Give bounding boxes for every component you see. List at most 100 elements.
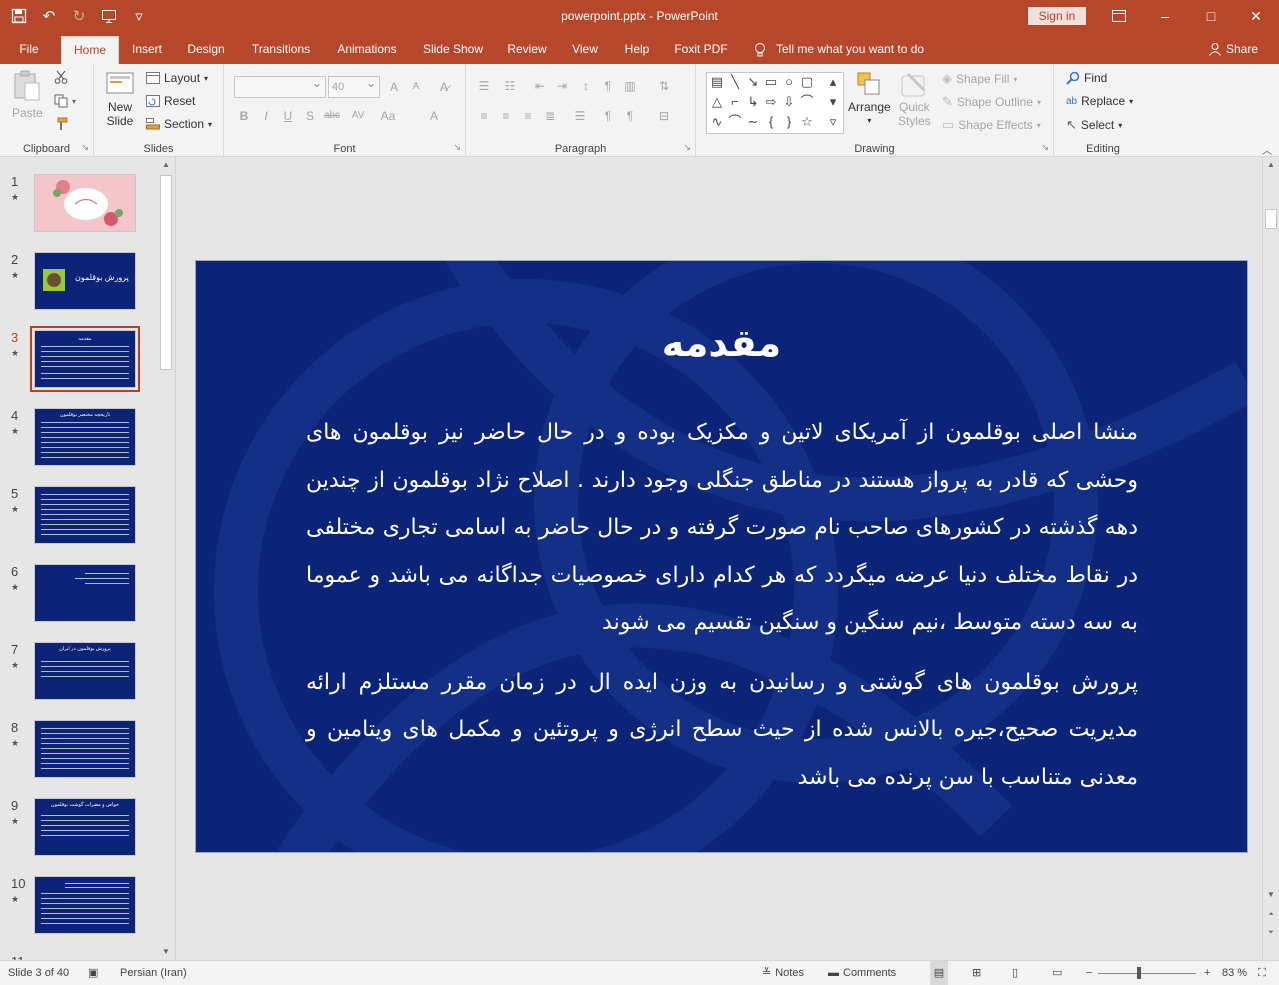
sign-in-button[interactable]: Sign in	[1028, 7, 1086, 25]
slide-canvas[interactable]: مقدمه منشا اصلی بوقلمون از آمریکای لاتین…	[195, 260, 1248, 853]
font-name-combo[interactable]	[234, 73, 326, 98]
previous-slide-icon[interactable]: ⏶	[1263, 907, 1279, 923]
thumbnail-item[interactable]: 7 ★ پرورش بوقلمون در ایران	[0, 642, 160, 712]
scroll-down-icon[interactable]: ▼	[1263, 887, 1279, 903]
spelling-icon[interactable]: ▣	[88, 961, 98, 985]
bullets-icon[interactable]: ☰	[474, 76, 494, 96]
tab-slide-show[interactable]: Slide Show	[418, 36, 488, 64]
customize-qat-icon[interactable]: ▿	[126, 3, 152, 29]
scroll-up-icon[interactable]: ▲	[158, 157, 174, 173]
replace-button[interactable]: ab Replace ▾	[1066, 94, 1133, 108]
section-button[interactable]: Section ▾	[146, 117, 212, 131]
maximize-button[interactable]: □	[1188, 0, 1234, 32]
down-arrow-shape-icon[interactable]: ⇩	[781, 94, 797, 110]
thumbnail-item-selected[interactable]: 3 ★ مقدمه	[0, 326, 160, 400]
scroll-up-icon[interactable]: ▲	[1263, 157, 1279, 173]
start-from-beginning-icon[interactable]	[96, 3, 122, 29]
save-icon[interactable]	[6, 3, 32, 29]
columns-icon[interactable]: ▥	[620, 76, 640, 96]
thumbnail-item[interactable]: 6 ★	[0, 564, 160, 634]
increase-indent-icon[interactable]: ⇥	[552, 76, 572, 96]
gallery-up-icon[interactable]: ▴	[825, 74, 841, 90]
tab-review[interactable]: Review	[502, 36, 552, 64]
textbox-shape-icon[interactable]: ▤	[709, 74, 725, 90]
decrease-indent-icon[interactable]: ⇤	[530, 76, 550, 96]
rtl-icon[interactable]: ¶	[598, 76, 618, 96]
slide-thumbnail[interactable]: مقدمه	[30, 326, 140, 392]
tab-transitions[interactable]: Transitions	[246, 36, 316, 64]
star-shape-icon[interactable]: ☆	[799, 114, 815, 130]
shrink-font-button[interactable]: A	[406, 77, 426, 97]
comments-button[interactable]: ▬ Comments	[828, 961, 896, 985]
collapse-ribbon-icon[interactable]: ︿	[1262, 142, 1272, 157]
quick-styles-button[interactable]: Quick Styles	[898, 70, 931, 128]
tab-home[interactable]: Home	[61, 36, 119, 64]
ltr-paragraph-icon[interactable]: ¶	[598, 106, 618, 126]
thumbnail-item[interactable]: 5 ★	[0, 486, 160, 556]
slide-thumbnail-panel[interactable]: 1 ★ 2 ★ پرورش بوقلمون 3 ★ مقدمه 4 ★ تاری…	[0, 157, 176, 960]
thumbnail-item[interactable]: 1 ★	[0, 174, 160, 244]
shape-fill-button[interactable]: ◈ Shape Fill ▾	[942, 71, 1017, 87]
redo-icon[interactable]: ↻	[66, 3, 92, 29]
rtl-paragraph-icon[interactable]: ¶	[620, 106, 640, 126]
thumbnail-item[interactable]: 10 ★	[0, 876, 160, 946]
language-indicator[interactable]: Persian (Iran)	[120, 961, 187, 985]
freeform-shape-icon[interactable]: ⌒	[799, 94, 815, 110]
tab-file[interactable]: File	[10, 36, 48, 64]
slide-thumbnail[interactable]	[34, 486, 136, 544]
align-text-icon[interactable]: ⊟	[654, 106, 674, 126]
scrollbar-thumb[interactable]	[1265, 209, 1277, 229]
tab-view[interactable]: View	[566, 36, 604, 64]
tell-me-box[interactable]: Tell me what you want to do	[754, 36, 924, 64]
slide-show-icon[interactable]: ▭	[1052, 961, 1062, 985]
tab-insert[interactable]: Insert	[126, 36, 168, 64]
curved-arrow-shape-icon[interactable]: ↳	[745, 94, 761, 110]
ribbon-display-options-icon[interactable]	[1096, 0, 1142, 32]
slide-thumbnail[interactable]	[34, 720, 136, 778]
slide-thumbnail[interactable]: تاریخچه مختصر بوقلمون	[34, 408, 136, 466]
zoom-out-button[interactable]: −	[1086, 961, 1092, 985]
left-brace-shape-icon[interactable]: {	[763, 114, 779, 130]
align-right-icon[interactable]: ≡	[518, 106, 538, 126]
triangle-shape-icon[interactable]: △	[709, 94, 725, 110]
text-direction-icon[interactable]: ⇅	[654, 76, 674, 96]
font-size-combo[interactable]: 40	[328, 73, 380, 98]
tab-design[interactable]: Design	[182, 36, 230, 64]
line-shape-icon[interactable]: ╲	[727, 74, 743, 90]
rounded-rect-shape-icon[interactable]: ▢	[799, 74, 815, 90]
arrow-shape-icon[interactable]: ↘	[745, 74, 761, 90]
grow-font-button[interactable]: A	[384, 77, 404, 97]
slide-thumbnail[interactable]: پرورش بوقلمون	[34, 252, 136, 310]
justify-icon[interactable]: ≣	[540, 106, 560, 126]
clear-formatting-icon[interactable]: A̷	[434, 77, 454, 97]
select-button[interactable]: ↖ Select ▾	[1066, 117, 1122, 133]
slide-sorter-icon[interactable]: ⊞	[972, 961, 981, 985]
shape-outline-button[interactable]: ✎ Shape Outline ▾	[942, 94, 1041, 110]
bold-button[interactable]: B	[234, 106, 254, 126]
slide-body-text[interactable]: منشا اصلی بوقلمون از آمریکای لاتین و مکز…	[306, 409, 1138, 813]
next-slide-icon[interactable]: ⏷	[1263, 925, 1279, 941]
slide-thumbnail[interactable]	[34, 876, 136, 934]
align-left-icon[interactable]: ≡	[474, 106, 494, 126]
minimize-button[interactable]: –	[1142, 0, 1188, 32]
elbow-shape-icon[interactable]: ⌐	[727, 94, 743, 110]
drawing-launcher-icon[interactable]: ↘	[1041, 142, 1049, 153]
clipboard-launcher-icon[interactable]: ↘	[81, 142, 89, 153]
shadow-button[interactable]: S	[300, 106, 320, 126]
undo-icon[interactable]: ↶	[36, 3, 62, 29]
thumbnail-item[interactable]: 2 ★ پرورش بوقلمون	[0, 252, 160, 322]
oval-shape-icon[interactable]: ○	[781, 74, 797, 90]
font-launcher-icon[interactable]: ↘	[453, 142, 461, 153]
distributed-icon[interactable]: ☰	[570, 106, 590, 126]
slide-editor[interactable]: مقدمه منشا اصلی بوقلمون از آمریکای لاتین…	[177, 157, 1262, 960]
zoom-slider-knob[interactable]	[1137, 967, 1141, 979]
change-case-button[interactable]: Aa	[378, 106, 398, 126]
normal-view-icon[interactable]: ▤	[930, 961, 948, 985]
arc-shape-icon[interactable]: ⌒	[727, 114, 743, 130]
thumbnail-item[interactable]: 9 ★ خواص و مضرات گوشت بوقلمون	[0, 798, 160, 868]
layout-button[interactable]: Layout ▾	[146, 71, 208, 85]
slide-thumbnail[interactable]	[34, 174, 136, 232]
find-button[interactable]: Find	[1066, 71, 1107, 85]
zoom-slider-track[interactable]	[1098, 973, 1196, 974]
share-button[interactable]: Share	[1208, 36, 1258, 64]
